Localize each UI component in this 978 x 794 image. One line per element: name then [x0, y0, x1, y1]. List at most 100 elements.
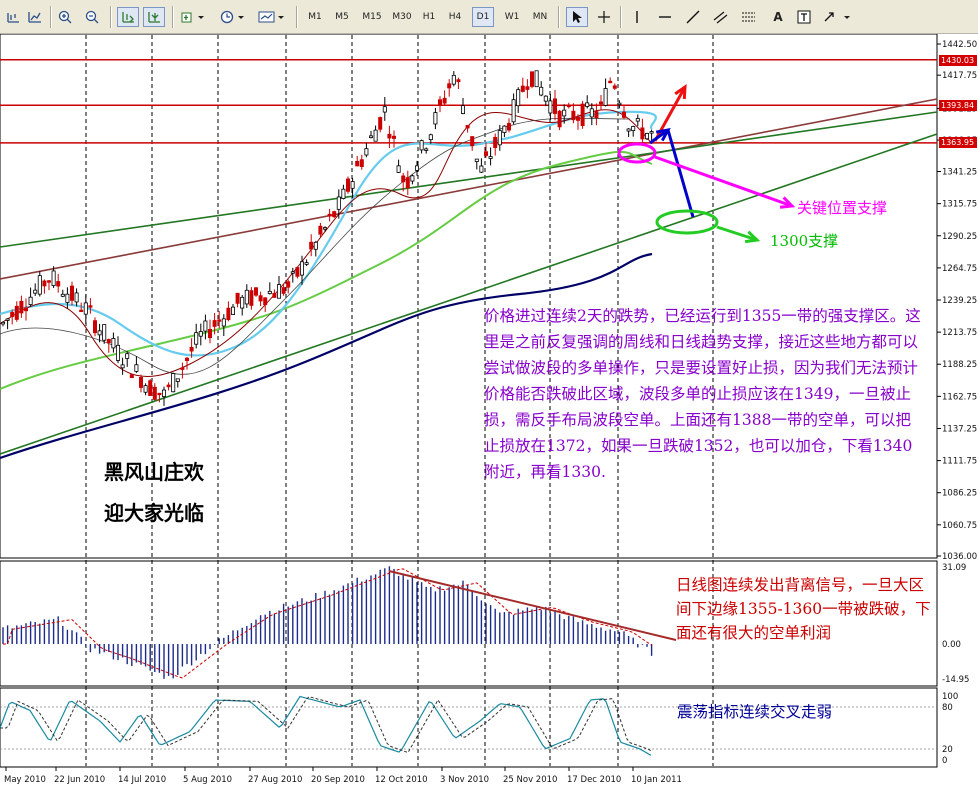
candle-body — [28, 296, 33, 305]
crosshair-icon[interactable] — [593, 7, 615, 27]
candle-body — [424, 148, 429, 151]
candle-body — [520, 85, 525, 92]
price-marker-1363: 1363.95 — [939, 137, 977, 148]
date-tick-label: 14 Jul 2010 — [118, 775, 166, 785]
watermark-line-1: 黑风山庄欢 — [104, 460, 204, 484]
candle-body — [571, 110, 576, 121]
macd-tick-label: 31.09 — [942, 563, 966, 573]
price-tick-label: 1417.75 — [942, 71, 977, 81]
watermark-line-2: 迎大家光临 — [104, 501, 204, 525]
candle-body — [640, 127, 645, 140]
candle-body — [387, 133, 392, 139]
price-tick-label: 1290.25 — [942, 232, 977, 242]
timeframe-m5[interactable]: M5 — [330, 7, 354, 27]
candle-body — [589, 108, 594, 118]
candle-body — [14, 305, 19, 320]
price-tick-label: 1036.00 — [942, 552, 977, 562]
candle-body — [309, 241, 314, 250]
candle-body — [23, 307, 28, 312]
candle-body — [649, 131, 654, 134]
candle-body — [295, 267, 300, 277]
candle-body — [336, 196, 341, 210]
candle-body — [608, 80, 613, 84]
timeframe-w1[interactable]: W1 — [500, 7, 524, 27]
macd-tick-label: -14.95 — [942, 675, 969, 685]
candle-body — [391, 135, 396, 139]
date-tick-label: 25 Nov 2010 — [503, 775, 557, 785]
line-chart-icon[interactable] — [25, 7, 45, 27]
candle-body — [79, 309, 84, 313]
candle-body — [120, 364, 125, 369]
candle-body — [322, 227, 327, 230]
timeframe-d1[interactable]: D1 — [472, 7, 494, 27]
candle-body — [267, 290, 272, 294]
timeframe-mn[interactable]: MN — [528, 7, 552, 27]
price-tick-label: 1341.25 — [942, 168, 977, 178]
candle-body — [230, 306, 235, 315]
timeframe-m30[interactable]: M30 — [388, 7, 416, 27]
candle-body — [516, 89, 521, 107]
candle-body — [474, 158, 479, 162]
candle-body — [106, 339, 111, 344]
timeframe-h4[interactable]: H4 — [444, 7, 466, 27]
main-analysis-text: 价格进过连续2天的跌势，已经运行到1355一带的强支撑区。这里是之前反复强调的周… — [484, 307, 921, 481]
candle-body — [272, 292, 277, 298]
candle-body — [576, 116, 581, 121]
chart-shift-icon[interactable] — [143, 7, 165, 27]
price-marker-1393: 1393.84 — [939, 100, 977, 111]
candle-body — [350, 181, 355, 189]
candle-body — [175, 378, 180, 382]
candle-body — [134, 364, 139, 372]
candle-body — [253, 287, 258, 296]
trendline-icon[interactable] — [683, 7, 703, 27]
candle-body — [5, 318, 10, 321]
candle-body — [626, 128, 631, 132]
candle-body — [88, 305, 93, 308]
horizontal-line-icon[interactable] — [655, 7, 675, 27]
arrows-dropdown-icon[interactable] — [820, 7, 854, 27]
periods-dropdown-icon[interactable] — [218, 7, 248, 27]
bar-chart-icon[interactable] — [3, 7, 23, 27]
candle-body — [290, 271, 295, 274]
candle-body — [249, 290, 254, 306]
candle-body — [276, 284, 281, 299]
candle-body — [414, 165, 419, 171]
candle-body — [83, 302, 88, 315]
vertical-line-icon[interactable] — [627, 7, 647, 27]
price-tick-label: 1162.75 — [942, 392, 977, 402]
candle-body — [364, 148, 369, 156]
stochastic-tick-label: 80 — [942, 703, 953, 713]
zoom-in-icon[interactable] — [55, 7, 75, 27]
candle-body — [299, 261, 304, 276]
timeframe-h1[interactable]: H1 — [418, 7, 440, 27]
price-tick-label: 1264.75 — [942, 264, 977, 274]
key-support-label: 关键位置支撑 — [797, 199, 888, 217]
indicators-dropdown-icon[interactable] — [178, 7, 208, 27]
candle-body — [318, 225, 323, 235]
candle-body — [93, 320, 98, 334]
candle-body — [470, 136, 475, 147]
candle-body — [562, 109, 567, 117]
candle-body — [603, 88, 608, 106]
text-tool-icon[interactable]: A — [768, 7, 788, 27]
candle-body — [33, 289, 38, 294]
price-tick-label: 1086.25 — [942, 489, 977, 499]
candle-body — [258, 295, 263, 302]
candle-body — [51, 270, 56, 286]
cursor-icon[interactable] — [566, 7, 588, 27]
candle-body — [456, 79, 461, 83]
price-tick-label: 1137.25 — [942, 424, 977, 434]
fibonacci-icon[interactable] — [738, 7, 760, 27]
timeframe-m1[interactable]: M1 — [303, 7, 327, 27]
candle-body — [548, 100, 553, 114]
candle-body — [378, 117, 383, 130]
candle-body — [143, 385, 148, 393]
date-tick-label: 10 Jan 2011 — [631, 775, 682, 785]
candle-body — [116, 344, 121, 361]
timeframe-m15[interactable]: M15 — [358, 7, 386, 27]
zoom-out-icon[interactable] — [82, 7, 102, 27]
auto-scroll-icon[interactable] — [117, 7, 139, 27]
text-label-icon[interactable] — [793, 7, 815, 27]
templates-dropdown-icon[interactable] — [256, 7, 288, 27]
channel-icon[interactable] — [710, 7, 732, 27]
